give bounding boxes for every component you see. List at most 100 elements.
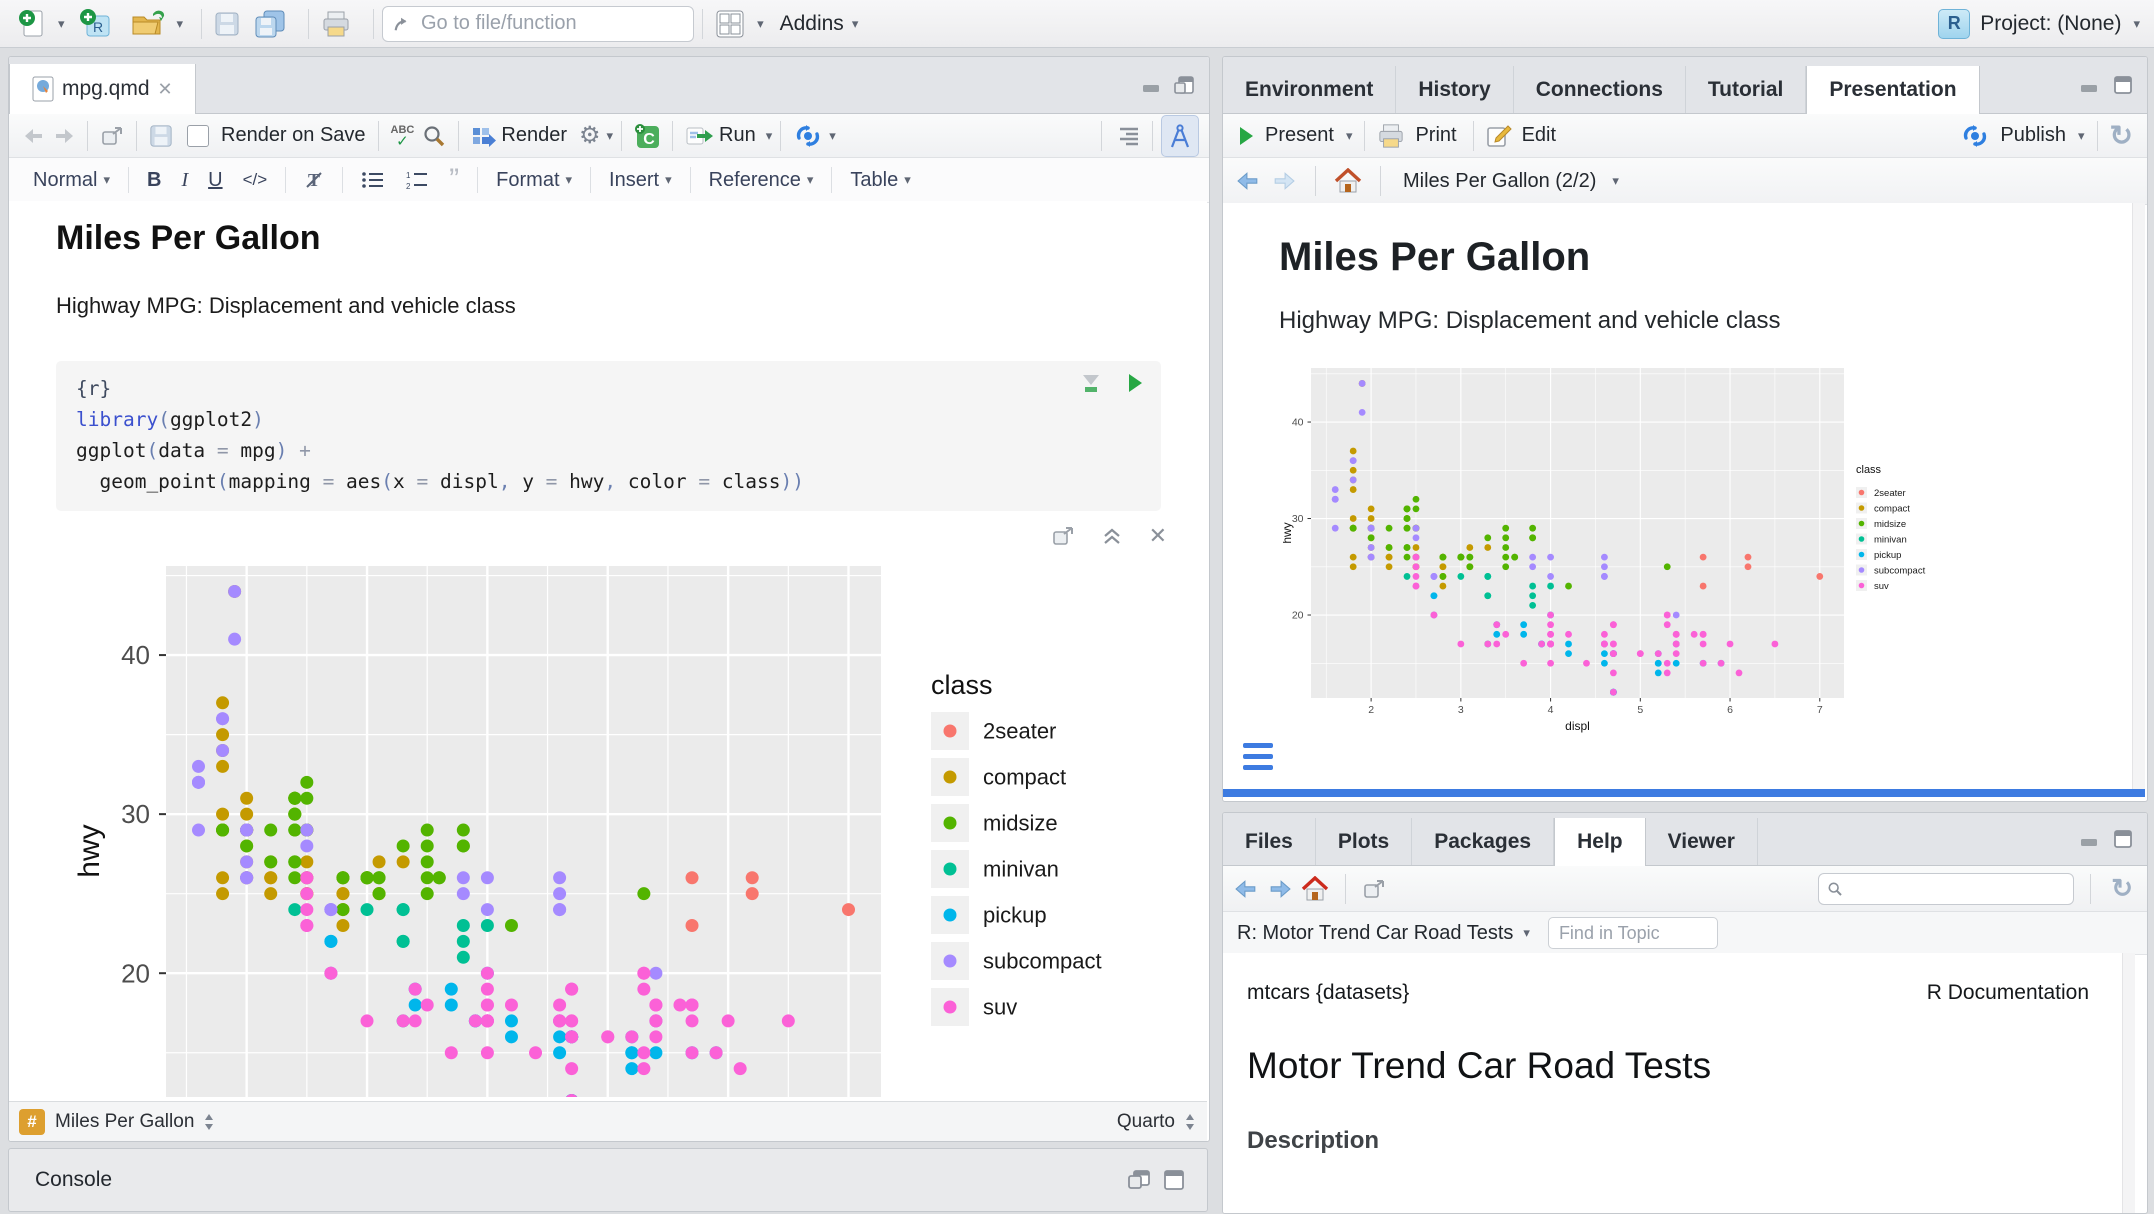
tab-tutorial[interactable]: Tutorial (1686, 66, 1806, 113)
slide-menu-icon[interactable] (1243, 743, 1273, 770)
project-caret-icon[interactable]: ▾ (2133, 16, 2140, 32)
restore-console-icon[interactable] (1127, 1169, 1151, 1191)
new-project-button[interactable]: R (75, 7, 117, 41)
print-presentation-button[interactable]: Print (1373, 119, 1464, 153)
close-tab-icon[interactable]: ✕ (158, 79, 173, 100)
help-topic-selector[interactable]: R: Motor Trend Car Road Tests ▾ (1237, 922, 1530, 945)
section-selector-arrows-icon[interactable] (202, 1112, 216, 1132)
render-settings-gear-icon[interactable]: ⚙ (575, 119, 605, 153)
save-all-button[interactable] (250, 7, 290, 41)
format-menu[interactable]: Format▾ (486, 165, 582, 196)
tab-environment[interactable]: Environment (1223, 66, 1396, 113)
paragraph-style-menu[interactable]: Normal▾ (23, 165, 120, 196)
tab-presentation[interactable]: Presentation (1806, 66, 1979, 114)
spellcheck-icon[interactable]: ABC✓ (387, 119, 419, 153)
slide-selector-caret-icon[interactable]: ▾ (1612, 173, 1619, 189)
outline-toggle-icon[interactable] (1110, 119, 1144, 153)
run-caret-icon[interactable]: ▾ (766, 128, 773, 144)
tab-packages[interactable]: Packages (1412, 818, 1554, 865)
help-refresh-icon[interactable]: ↻ (2107, 872, 2137, 906)
help-forward-icon[interactable] (1267, 878, 1293, 900)
rerun-button[interactable] (789, 119, 827, 153)
clear-formatting-button[interactable]: T (294, 166, 334, 194)
save-doc-icon[interactable] (145, 119, 177, 153)
tab-connections[interactable]: Connections (1514, 66, 1686, 113)
run-chunks-above-icon[interactable] (1079, 371, 1103, 395)
minimize-pane-icon[interactable] (1141, 76, 1163, 94)
tab-viewer[interactable]: Viewer (1646, 818, 1758, 865)
minimize-pane-icon[interactable] (2079, 830, 2101, 848)
print-button[interactable] (317, 7, 355, 41)
render-settings-caret-icon[interactable]: ▾ (607, 128, 614, 144)
visual-editor-toggle[interactable] (1161, 115, 1199, 157)
addins-caret-icon[interactable]: ▾ (852, 16, 859, 32)
refresh-presentation-icon[interactable]: ↻ (2106, 119, 2137, 153)
new-file-button[interactable] (14, 7, 50, 41)
slide-back-icon[interactable] (1235, 170, 1261, 192)
edit-presentation-button[interactable]: Edit (1482, 119, 1564, 153)
goto-file-input[interactable] (419, 11, 683, 36)
render-button[interactable]: Render (467, 119, 575, 153)
blockquote-button[interactable]: ” (439, 171, 469, 189)
minimize-pane-icon[interactable] (2079, 76, 2101, 94)
presentation-scrollbar[interactable] (2132, 203, 2145, 789)
present-caret-icon[interactable]: ▾ (1346, 128, 1353, 144)
doc-mode-selector[interactable]: Quarto (1117, 1111, 1175, 1133)
forward-icon[interactable] (49, 119, 79, 153)
bullet-list-button[interactable] (351, 166, 395, 194)
back-icon[interactable] (19, 119, 49, 153)
open-file-button[interactable] (127, 7, 169, 41)
publish-button[interactable]: Publish ▾ (1956, 119, 2088, 153)
code-format-button[interactable]: </> (233, 166, 278, 194)
insert-chunk-button[interactable]: C (630, 119, 664, 153)
doc-mode-arrows-icon[interactable] (1183, 1112, 1197, 1132)
italic-button[interactable]: I (171, 165, 198, 196)
underline-button[interactable]: U (198, 165, 232, 196)
maximize-console-icon[interactable] (1163, 1169, 1185, 1191)
code-chunk[interactable]: {r}library(ggplot2)ggplot(data = mpg) + … (56, 361, 1161, 511)
help-scrollbar[interactable] (2122, 953, 2135, 1213)
panes-caret-icon[interactable]: ▾ (757, 16, 764, 32)
maximize-pane-icon[interactable] (1173, 75, 1195, 95)
new-file-caret-icon[interactable]: ▾ (58, 16, 65, 32)
slide-selector[interactable]: Miles Per Gallon (2/2) (1403, 170, 1596, 193)
render-on-save-checkbox[interactable] (187, 125, 209, 147)
bold-button[interactable]: B (137, 165, 171, 196)
document-editor[interactable]: Miles Per Gallon Highway MPG: Displaceme… (9, 201, 1207, 1097)
addins-menu[interactable]: Addins (780, 12, 844, 36)
tab-files[interactable]: Files (1223, 818, 1316, 865)
code-chunk-body[interactable]: {r}library(ggplot2)ggplot(data = mpg) + … (56, 361, 1161, 509)
tab-history[interactable]: History (1396, 66, 1513, 113)
numbered-list-button[interactable]: 12 (395, 166, 439, 194)
console-pane[interactable]: Console (8, 1148, 1208, 1212)
project-menu[interactable]: R Project: (None) ▾ (1938, 9, 2140, 39)
find-in-topic-input[interactable] (1548, 917, 1718, 949)
help-popout-icon[interactable] (1362, 878, 1386, 900)
tab-mpg-qmd[interactable]: mpg.qmd ✕ (9, 64, 196, 114)
tab-help[interactable]: Help (1554, 818, 1646, 866)
find-replace-icon[interactable] (418, 119, 450, 153)
popout-window-icon[interactable] (96, 119, 128, 153)
goto-file-search[interactable] (382, 6, 694, 42)
run-chunk-icon[interactable] (1125, 371, 1145, 395)
slide-home-icon[interactable] (1334, 168, 1362, 194)
tab-plots[interactable]: Plots (1316, 818, 1412, 865)
help-search-box[interactable] (1818, 873, 2074, 905)
present-button[interactable]: Present ▾ (1233, 119, 1356, 153)
rerun-caret-icon[interactable]: ▾ (829, 128, 836, 144)
section-selector[interactable]: Miles Per Gallon (55, 1111, 194, 1133)
insert-menu[interactable]: Insert▾ (599, 165, 682, 196)
run-button[interactable]: Run (681, 119, 764, 153)
help-back-icon[interactable] (1233, 878, 1259, 900)
maximize-pane-icon[interactable] (2111, 75, 2133, 95)
save-button[interactable] (210, 7, 244, 41)
maximize-pane-icon[interactable] (2111, 829, 2133, 849)
table-menu[interactable]: Table▾ (840, 165, 920, 196)
open-file-caret-icon[interactable]: ▾ (177, 16, 184, 32)
reference-menu[interactable]: Reference▾ (699, 165, 824, 196)
help-search-input[interactable] (1849, 877, 2065, 900)
help-home-icon[interactable] (1301, 876, 1329, 902)
panes-layout-button[interactable] (711, 7, 749, 41)
slide-forward-icon[interactable] (1271, 170, 1297, 192)
publish-caret-icon[interactable]: ▾ (2078, 128, 2085, 144)
